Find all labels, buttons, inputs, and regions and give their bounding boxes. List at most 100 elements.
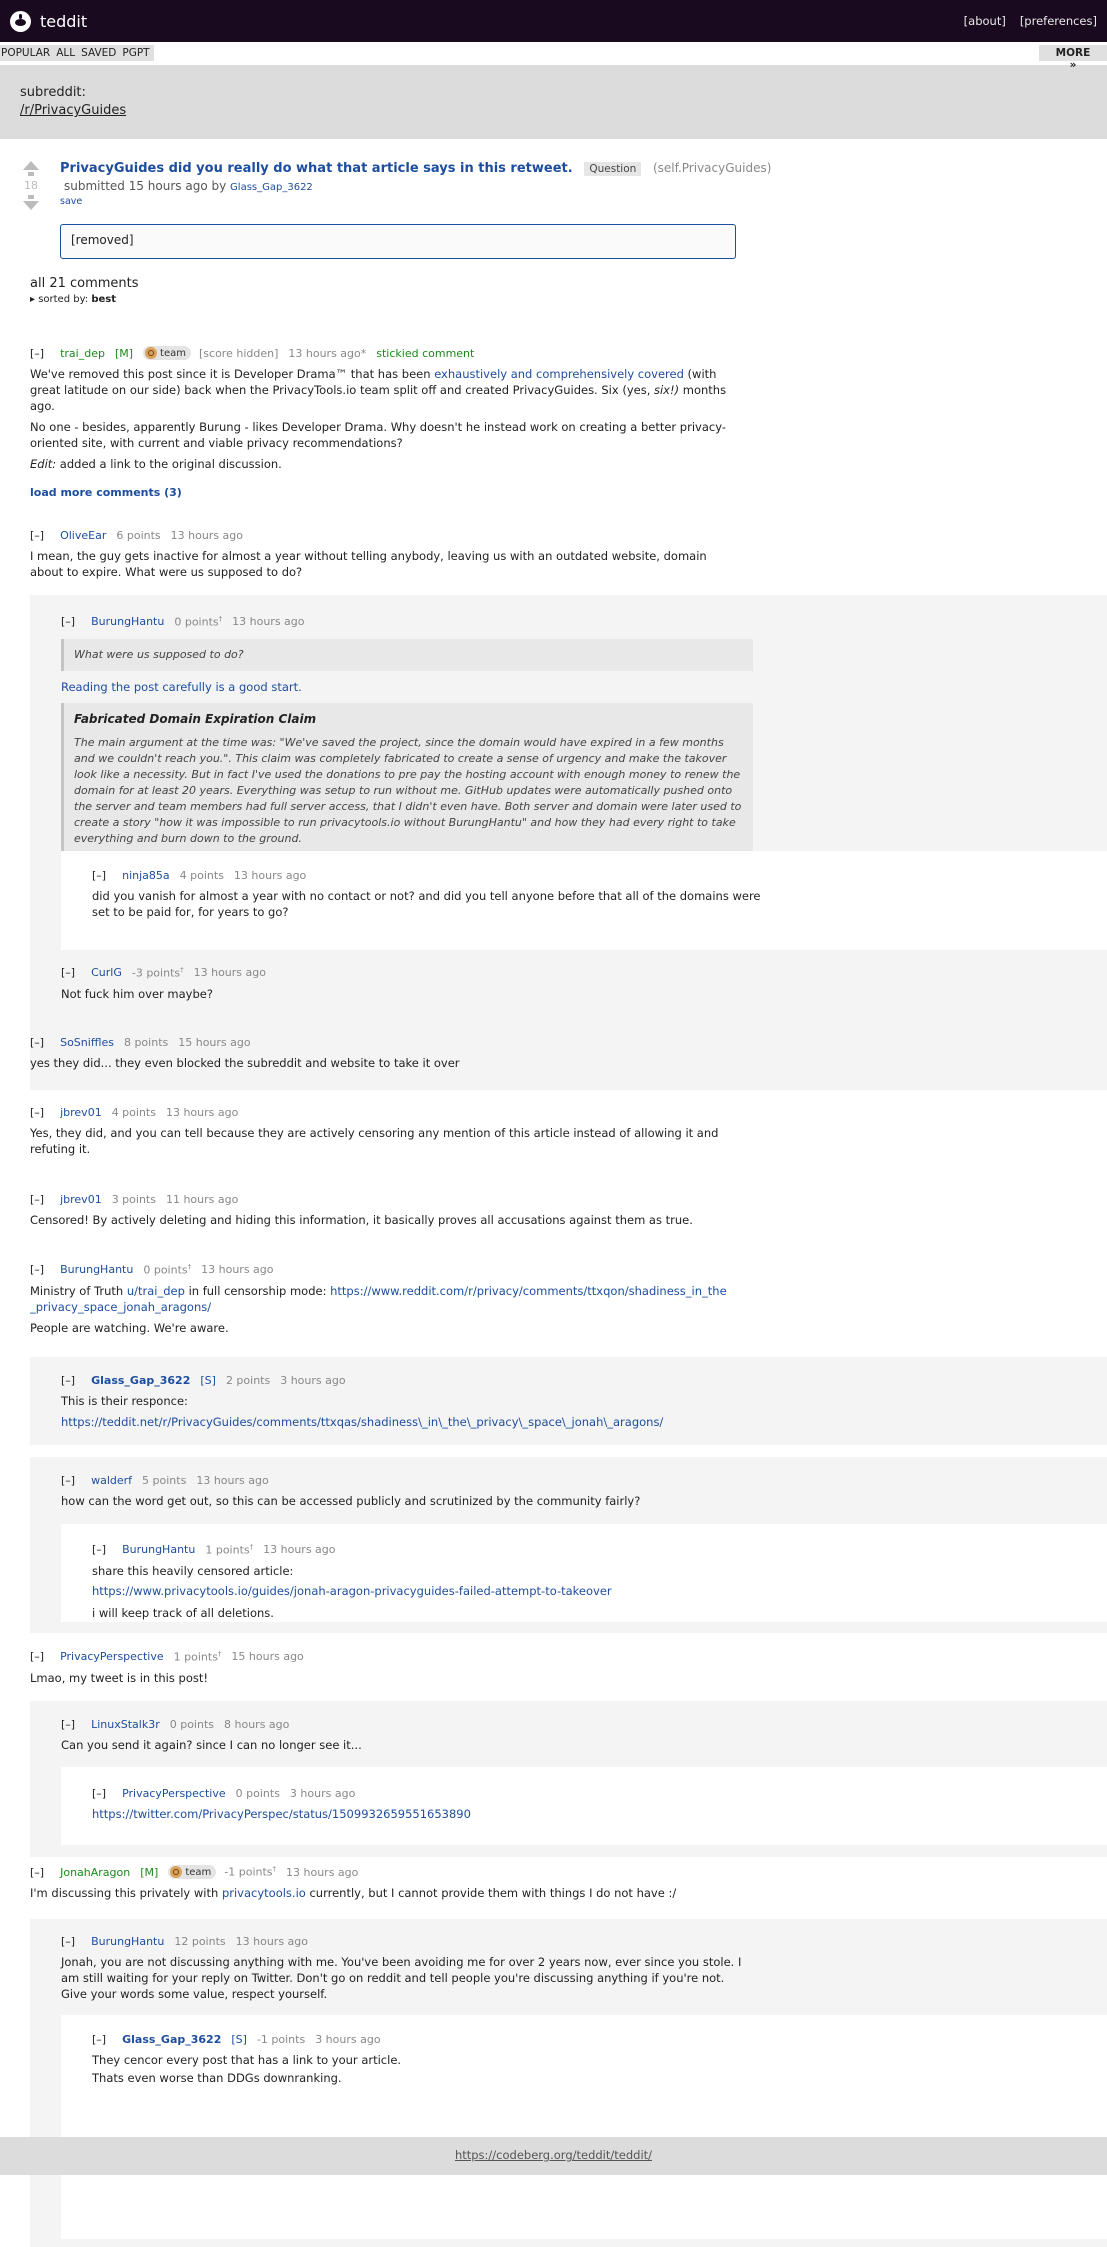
collapse-toggle[interactable]: [–] <box>61 1374 75 1387</box>
comment-author[interactable]: jbrev01 <box>60 1193 102 1206</box>
collapse-toggle[interactable]: [–] <box>30 347 44 360</box>
comment-author[interactable]: JonahAragon <box>60 1866 130 1879</box>
collapse-toggle[interactable]: [–] <box>61 615 75 628</box>
comment-score: 4 points <box>111 1106 156 1119</box>
comment-score: 2 points <box>225 1374 271 1387</box>
comment-author[interactable]: walderf <box>91 1474 132 1487</box>
comment-score: 0 points† <box>174 615 223 629</box>
downvote-icon[interactable] <box>23 201 39 210</box>
upvote-icon[interactable] <box>23 161 39 170</box>
comment-author[interactable]: PrivacyPerspective <box>122 1787 226 1800</box>
collapse-toggle[interactable]: [–] <box>30 1650 44 1663</box>
comment-author[interactable]: BurungHantu <box>91 1935 164 1948</box>
comment-body: We've removed this post since it is Deve… <box>30 367 727 471</box>
comment-author[interactable]: Glass_Gap_3622 <box>122 2033 221 2046</box>
comment: [–] BurungHantu 1 points† 13 hours ago s… <box>92 1543 772 1626</box>
comment-body: Jonah, you are not discussing anything w… <box>61 1955 742 2001</box>
blockquote: Fabricated Domain Expiration Claim The m… <box>61 702 753 860</box>
comment-author[interactable]: SoSniffles <box>60 1036 114 1049</box>
comment-body: I mean, the guy gets inactive for almost… <box>30 549 707 579</box>
comment-score: 3 points <box>111 1193 156 1206</box>
comment-body: did you vanish for almost a year with no… <box>92 889 761 919</box>
collapse-toggle[interactable]: [–] <box>61 1718 75 1731</box>
post-author[interactable]: Glass_Gap_3622 <box>230 182 313 193</box>
comment-score: 0 points <box>235 1787 280 1800</box>
comment-author[interactable]: jbrev01 <box>60 1106 102 1119</box>
collapse-toggle[interactable]: [–] <box>61 966 75 979</box>
comment: [–] CurlG -3 points† 13 hours ago Not fu… <box>61 966 741 1002</box>
collapse-toggle[interactable]: [–] <box>92 1787 106 1800</box>
comment: [–] PrivacyPerspective 0 points 3 hours … <box>92 1787 772 1822</box>
comment-link[interactable]: https://teddit.net/r/PrivacyGuides/comme… <box>61 1415 663 1429</box>
comment-time: 15 hours ago <box>231 1650 304 1664</box>
comment-author[interactable]: trai_dep <box>60 347 105 360</box>
comment: [–] SoSniffles 8 points 15 hours ago yes… <box>30 1036 730 1071</box>
submitter-tag: [S] <box>231 2033 247 2046</box>
comment-time: 13 hours ago <box>233 869 307 882</box>
sorted-value[interactable]: best <box>91 294 116 305</box>
comment-score: -3 points† <box>131 966 184 980</box>
comment-author[interactable]: PrivacyPerspective <box>60 1650 164 1663</box>
comment-time: 11 hours ago <box>165 1193 239 1206</box>
comment-body: share this heavily censored article: htt… <box>92 1563 772 1621</box>
comment-link[interactable]: privacytools.io <box>222 1886 306 1900</box>
collapse-toggle[interactable]: [–] <box>30 1866 44 1879</box>
collapse-toggle[interactable]: [–] <box>30 1106 44 1119</box>
user-link[interactable]: u/trai_dep <box>127 1284 185 1298</box>
post-submitted: submitted 15 hours ago by <box>64 179 227 193</box>
comment-author[interactable]: BurungHantu <box>60 1263 133 1276</box>
post-domain[interactable]: (self.PrivacyGuides) <box>653 161 771 175</box>
comment-author[interactable]: OliveEar <box>60 529 106 542</box>
sorted-prefix[interactable]: ▸ sorted by: <box>30 294 88 305</box>
comment-author[interactable]: Glass_Gap_3622 <box>91 1374 190 1387</box>
subreddit-label: subreddit: <box>20 85 86 100</box>
comment-link[interactable]: Reading the post carefully is a good sta… <box>61 679 753 695</box>
collapse-toggle[interactable]: [–] <box>30 1263 44 1276</box>
teddit-logo-icon <box>10 10 31 32</box>
about-link[interactable]: [about] <box>964 14 1006 28</box>
nav-all[interactable]: ALL <box>56 47 75 59</box>
blockquote: What were us supposed to do? <box>61 638 753 671</box>
post-title[interactable]: PrivacyGuides did you really do what tha… <box>60 161 573 176</box>
user-flair: team <box>168 1865 217 1879</box>
comment-author[interactable]: LinuxStalk3r <box>91 1718 160 1731</box>
nav-saved[interactable]: SAVED <box>81 47 116 59</box>
load-more-comments[interactable]: load more comments (3) <box>30 486 182 499</box>
save-link[interactable]: save <box>60 196 771 207</box>
nav-pgpt[interactable]: PGPT <box>122 47 149 59</box>
brand[interactable]: teddit <box>10 10 87 32</box>
comment-author[interactable]: CurlG <box>91 966 122 979</box>
collapse-toggle[interactable]: [–] <box>92 1543 106 1556</box>
comment-link[interactable]: https://www.privacytools.io/guides/jonah… <box>92 1583 772 1599</box>
subreddit-link[interactable]: /r/PrivacyGuides <box>20 103 1087 118</box>
mod-tag: [M] <box>114 346 134 360</box>
post-score: 18 <box>24 179 38 192</box>
comment-body: This is their responce: https://teddit.n… <box>61 1394 664 1429</box>
collapse-toggle[interactable]: [–] <box>30 529 44 542</box>
collapse-toggle[interactable]: [–] <box>92 2033 106 2046</box>
collapse-toggle[interactable]: [–] <box>92 869 106 882</box>
comments-header: all 21 comments ▸ sorted by: best <box>30 276 139 305</box>
preferences-link[interactable]: [preferences] <box>1020 14 1097 28</box>
comment-score: -1 points† <box>224 1865 277 1879</box>
comment: [–] BurungHantu 0 points† 13 hours ago M… <box>30 1263 730 1341</box>
comment-time: 13 hours ago <box>196 1474 269 1487</box>
footer-source-link[interactable]: https://codeberg.org/teddit/teddit/ <box>455 2148 652 2162</box>
comment-author[interactable]: ninja85a <box>122 869 170 882</box>
collapse-toggle[interactable]: [–] <box>61 1474 75 1487</box>
comment-author[interactable]: BurungHantu <box>122 1543 195 1556</box>
mod-tag: [M] <box>140 1865 159 1879</box>
collapse-toggle[interactable]: [–] <box>30 1036 44 1049</box>
discussion-link[interactable]: exhaustively and comprehensively covered <box>434 367 684 381</box>
post-flair: Question <box>584 162 642 176</box>
comment: [–] trai_dep [M] team [score hidden] 13 … <box>30 346 730 477</box>
comment-author[interactable]: BurungHantu <box>91 615 164 628</box>
comment: [–] ninja85a 4 points 13 hours ago did y… <box>92 869 772 920</box>
comment-score: 0 points <box>169 1718 214 1731</box>
collapse-toggle[interactable]: [–] <box>61 1935 75 1948</box>
comment-link[interactable]: https://twitter.com/PrivacyPerspec/statu… <box>92 1807 471 1821</box>
nav-popular[interactable]: POPULAR <box>1 47 50 59</box>
collapse-toggle[interactable]: [–] <box>30 1193 44 1206</box>
more-button[interactable]: MORE » <box>1039 45 1107 71</box>
comment: [–] Glass_Gap_3622 [S] -1 points 3 hours… <box>92 2033 772 2091</box>
